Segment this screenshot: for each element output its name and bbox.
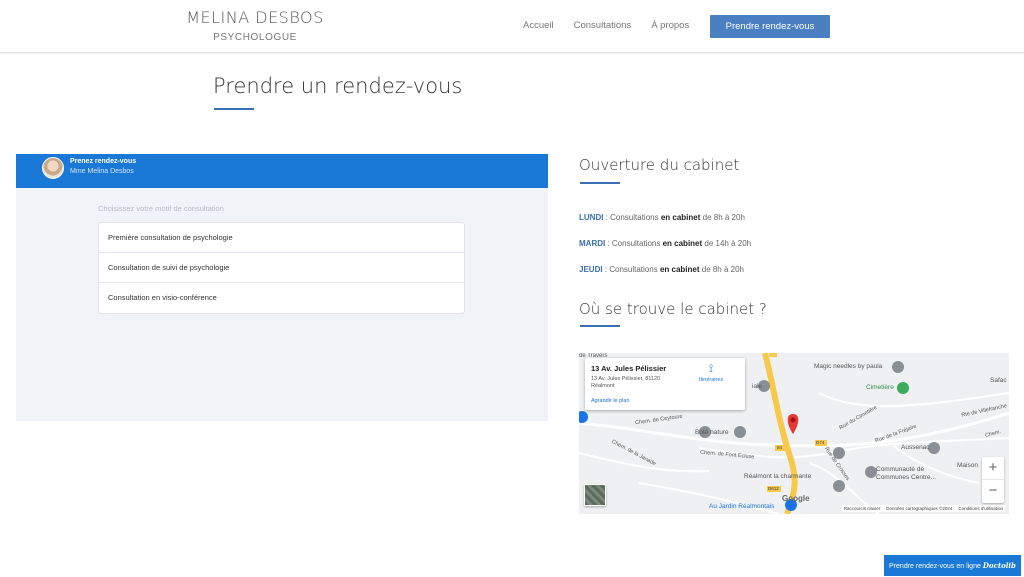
hours-text: : Consultations: [605, 239, 663, 248]
google-map[interactable]: 13 Av. Jules Pélissier 13 Av. Jules Péli…: [579, 353, 1009, 514]
hours-underline: [580, 182, 620, 184]
brand[interactable]: MELINA DESBOS PSYCHOLOGUE: [180, 8, 330, 43]
map-label-bote-nature: Boté nature: [695, 429, 729, 436]
map-label-jardin: Au Jardin Réalmontais: [709, 503, 775, 510]
motif-option-video[interactable]: Consultation en visio-conférence: [99, 283, 464, 313]
road-badge-d612: D612: [768, 486, 779, 491]
hours-section-title: Ouverture du cabinet: [579, 156, 740, 174]
hours-time: de 14h à 20h: [702, 239, 752, 248]
motif-option-follow-up[interactable]: Consultation de suivi de psychologie: [99, 253, 464, 283]
directions-icon[interactable]: ⟟: [709, 363, 713, 376]
hours-day: LUNDI: [579, 213, 604, 222]
map-enlarge-link[interactable]: Agrandir le plan: [591, 398, 630, 404]
hours-row-mardi: MARDI : Consultations en cabinet de 14h …: [579, 239, 751, 248]
road-badge-84: 84: [777, 445, 783, 450]
google-logo: Google: [782, 494, 810, 503]
map-label-cimetiere: Cimetière: [866, 384, 894, 391]
hours-location: en cabinet: [662, 239, 703, 248]
location-underline: [580, 325, 620, 327]
terms-link[interactable]: Conditions d'utilisation: [958, 506, 1003, 511]
avatar: [42, 157, 64, 179]
doctolib-button-label: Prendre rendez-vous en ligne: [889, 563, 981, 570]
booking-widget-subtitle: Mme Melina Desbos: [70, 168, 134, 175]
map-label-magic-needles: Magic needles by paula: [814, 363, 883, 370]
hours-location: en cabinet: [659, 265, 700, 274]
map-address-line: 13 Av. Jules Pélissier, 81120 Réalmont: [591, 376, 661, 389]
doctolib-button[interactable]: Prendre rendez-vous en ligne Doctolib: [884, 555, 1021, 576]
hours-time: de 8h à 20h: [699, 265, 744, 274]
road-badge-d74: D74: [816, 440, 825, 445]
location-section-title: Où se trouve le cabinet ?: [579, 300, 767, 318]
map-label-travers: de Travers: [579, 353, 608, 359]
main-nav: Accueil Consultations À propos: [523, 20, 689, 31]
site-header: MELINA DESBOS PSYCHOLOGUE Accueil Consul…: [0, 0, 1024, 53]
booking-widget-title: Prenez rendez-vous: [70, 158, 137, 165]
hours-time: de 8h à 20h: [700, 213, 745, 222]
map-label-communaute: Communauté de Communes Centre...: [876, 466, 936, 481]
directions-link[interactable]: Itinéraires: [699, 377, 723, 383]
brand-subtitle: PSYCHOLOGUE: [213, 32, 297, 43]
map-footer: Raccourcis clavier Données cartographiqu…: [841, 505, 1005, 512]
title-underline: [214, 108, 254, 110]
doctolib-logo: Doctolib: [982, 561, 1016, 570]
satellite-toggle[interactable]: [584, 484, 606, 506]
map-label-realmont: Réalmont la charmante: [744, 473, 812, 480]
map-label-ale: iale: [752, 383, 763, 390]
map-label-maison: Maison: [957, 462, 978, 469]
hours-row-jeudi: JEUDI : Consultations en cabinet de 8h à…: [579, 265, 744, 274]
map-label-aussenac: Aussenac: [901, 444, 930, 451]
nav-item-consultations[interactable]: Consultations: [574, 20, 632, 31]
brand-name: MELINA DESBOS: [186, 8, 324, 27]
map-address-card: 13 Av. Jules Pélissier 13 Av. Jules Péli…: [585, 358, 745, 410]
hours-text: : Consultations: [603, 213, 661, 222]
hours-day: MARDI: [579, 239, 606, 248]
page-title: Prendre un rendez-vous: [213, 74, 463, 98]
map-data-credit: Données cartographiques ©2024: [886, 506, 953, 511]
hours-location: en cabinet: [660, 213, 701, 222]
hours-day: JEUDI: [579, 265, 603, 274]
keyboard-shortcuts-link[interactable]: Raccourcis clavier: [844, 506, 881, 511]
nav-item-accueil[interactable]: Accueil: [523, 20, 554, 31]
booking-widget-header: Prenez rendez-vous Mme Melina Desbos: [16, 154, 548, 188]
motif-prompt: Choisissez votre motif de consultation: [98, 204, 224, 213]
booking-widget: Prenez rendez-vous Mme Melina Desbos Cho…: [16, 154, 548, 421]
zoom-out-button[interactable]: −: [982, 480, 1004, 503]
hours-text: : Consultations: [602, 265, 660, 274]
hours-row-lundi: LUNDI : Consultations en cabinet de 8h à…: [579, 213, 745, 222]
nav-item-a-propos[interactable]: À propos: [651, 20, 689, 31]
motif-option-first-consultation[interactable]: Première consultation de psychologie: [99, 223, 464, 253]
book-appointment-button[interactable]: Prendre rendez-vous: [710, 15, 830, 38]
zoom-in-button[interactable]: +: [982, 457, 1004, 480]
map-label-safac: Safac: [990, 377, 1007, 384]
map-zoom-control: + −: [982, 457, 1004, 503]
motif-list: Première consultation de psychologie Con…: [98, 222, 465, 314]
map-address-title: 13 Av. Jules Pélissier: [591, 364, 667, 373]
